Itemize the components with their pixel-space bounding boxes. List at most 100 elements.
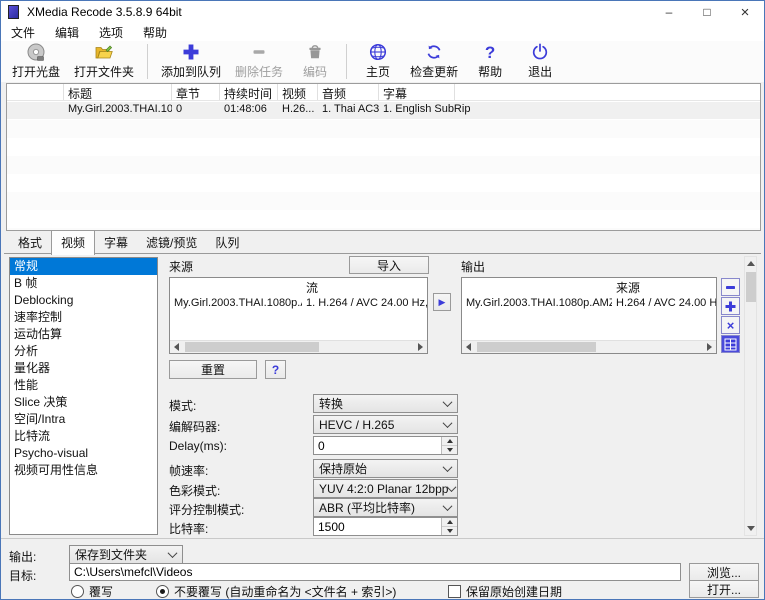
scroll-track[interactable] xyxy=(183,341,414,353)
browse-button[interactable]: 浏览... xyxy=(689,563,759,581)
sidebar-item-performance[interactable]: 性能 xyxy=(10,377,157,394)
sidebar-item-motion-estimation[interactable]: 运动估算 xyxy=(10,326,157,343)
sidebar-item-bframes[interactable]: B 帧 xyxy=(10,275,157,292)
sidebar-item-bitstream[interactable]: 比特流 xyxy=(10,428,157,445)
source-file-column xyxy=(170,278,302,295)
column-header-audio[interactable]: 音频 xyxy=(318,84,379,100)
menu-item-file[interactable]: 文件 xyxy=(1,23,45,41)
toolbar-label: 添加到队列 xyxy=(161,63,221,80)
tab-subtitle[interactable]: 字幕 xyxy=(95,232,137,254)
column-header-icon[interactable] xyxy=(7,84,64,100)
bitrate-value[interactable] xyxy=(314,518,441,535)
scroll-up-icon[interactable] xyxy=(745,257,757,270)
column-header-subtitle[interactable]: 字幕 xyxy=(379,84,455,100)
column-header-chapter[interactable]: 章节 xyxy=(172,84,220,100)
scroll-track[interactable] xyxy=(475,341,703,353)
chevron-down-icon xyxy=(168,548,178,558)
source-row[interactable]: My.Girl.2003.THAI.1080p.AMZN.... 1. H.26… xyxy=(170,295,427,312)
scroll-left-icon[interactable] xyxy=(462,341,475,353)
sidebar-item-spatial-intra[interactable]: 空间/Intra xyxy=(10,411,157,428)
output-row[interactable]: My.Girl.2003.THAI.1080p.AMZN.WE... H.264… xyxy=(462,295,716,312)
target-input[interactable] xyxy=(69,563,681,581)
keep-date-checkbox[interactable] xyxy=(448,585,461,598)
tab-format[interactable]: 格式 xyxy=(9,232,51,254)
minimize-icon: – xyxy=(666,5,673,19)
check-update-button[interactable]: 检查更新 xyxy=(403,41,465,82)
spin-up-icon[interactable] xyxy=(442,518,457,526)
sidebar-item-vui[interactable]: 视频可用性信息 xyxy=(10,462,157,479)
scroll-right-icon[interactable] xyxy=(703,341,716,353)
refresh-icon xyxy=(424,42,444,62)
maximize-button[interactable]: □ xyxy=(688,1,726,23)
column-header-title[interactable]: 标题 xyxy=(64,84,172,100)
open-button[interactable]: 打开... xyxy=(689,580,759,598)
no-overwrite-radio[interactable] xyxy=(156,585,169,598)
tab-video[interactable]: 视频 xyxy=(51,230,95,255)
menu-item-help[interactable]: 帮助 xyxy=(133,23,177,41)
overwrite-option[interactable]: 覆写 xyxy=(71,583,113,600)
output-source-column[interactable]: 来源 xyxy=(612,278,716,295)
framerate-select[interactable]: 保持原始 xyxy=(313,459,458,478)
keep-date-label: 保留原始创建日期 xyxy=(466,583,562,600)
bottom-bar: 输出: 保存到文件夹 目标: 浏览... 覆写 不要覆写 (自动重命名为 <文件… xyxy=(1,539,764,599)
menu-item-options[interactable]: 选项 xyxy=(89,23,133,41)
stream-grid-button[interactable] xyxy=(721,335,740,353)
codec-select[interactable]: HEVC / H.265 xyxy=(313,415,458,434)
tab-queue[interactable]: 队列 xyxy=(206,232,248,254)
scroll-thumb[interactable] xyxy=(185,342,319,352)
spin-down-icon[interactable] xyxy=(442,526,457,535)
sidebar-item-rate-control[interactable]: 速率控制 xyxy=(10,309,157,326)
column-header-duration[interactable]: 持续时间 xyxy=(220,84,278,100)
sidebar-item-slice-decision[interactable]: Slice 决策 xyxy=(10,394,157,411)
spin-down-icon[interactable] xyxy=(442,445,457,454)
scroll-right-icon[interactable] xyxy=(414,341,427,353)
minimize-button[interactable]: – xyxy=(650,1,688,23)
chevron-down-icon xyxy=(447,482,457,492)
open-disc-button[interactable]: 打开光盘 xyxy=(5,41,67,82)
table-row[interactable]: My.Girl.2003.THAI.108... 0 01:48:06 H.26… xyxy=(7,102,760,119)
row-audio: 1. Thai AC3... xyxy=(318,102,379,119)
scroll-thumb[interactable] xyxy=(746,272,756,302)
mode-select[interactable]: 转换 xyxy=(313,394,458,413)
transfer-stream-button[interactable]: ▶ xyxy=(433,293,451,311)
open-folder-icon xyxy=(94,42,114,62)
reset-button[interactable]: 重置 xyxy=(169,360,257,379)
keep-date-option[interactable]: 保留原始创建日期 xyxy=(448,583,562,600)
open-folder-button[interactable]: 打开文件夹 xyxy=(67,41,141,82)
scroll-thumb[interactable] xyxy=(477,342,596,352)
source-stream-column[interactable]: 流 xyxy=(302,278,427,295)
chevron-down-icon xyxy=(443,462,453,472)
source-h-scrollbar[interactable] xyxy=(170,340,427,353)
colormode-select[interactable]: YUV 4:2:0 Planar 12bpp xyxy=(313,479,458,498)
row-chapter: 0 xyxy=(172,102,220,119)
no-overwrite-option[interactable]: 不要覆写 (自动重命名为 <文件名 + 索引>) xyxy=(156,583,396,600)
close-button[interactable]: × xyxy=(726,1,764,23)
delay-value[interactable] xyxy=(314,437,441,454)
home-button[interactable]: 主页 xyxy=(353,41,403,82)
spin-up-icon[interactable] xyxy=(442,437,457,445)
output-h-scrollbar[interactable] xyxy=(462,340,716,353)
panel-v-scrollbar[interactable] xyxy=(744,256,757,536)
import-button[interactable]: 导入 xyxy=(349,256,429,274)
remove-output-button[interactable] xyxy=(721,278,740,296)
sidebar-item-deblocking[interactable]: Deblocking xyxy=(10,292,157,309)
scroll-down-icon[interactable] xyxy=(745,522,757,535)
sidebar-item-general[interactable]: 常规 xyxy=(10,258,157,275)
sidebar-item-quantizer[interactable]: 量化器 xyxy=(10,360,157,377)
ratecontrol-select[interactable]: ABR (平均比特率) xyxy=(313,498,458,517)
clear-output-button[interactable]: × xyxy=(721,316,740,334)
panel-help-button[interactable]: ? xyxy=(265,360,286,379)
overwrite-radio[interactable] xyxy=(71,585,84,598)
help-button[interactable]: ? 帮助 xyxy=(465,41,515,82)
toolbar-label: 帮助 xyxy=(478,63,502,80)
sidebar-item-psycho-visual[interactable]: Psycho-visual xyxy=(10,445,157,462)
scroll-left-icon[interactable] xyxy=(170,341,183,353)
tab-filter-preview[interactable]: 滤镜/预览 xyxy=(137,232,206,254)
sidebar-item-analysis[interactable]: 分析 xyxy=(10,343,157,360)
output-mode-select[interactable]: 保存到文件夹 xyxy=(69,545,183,564)
add-output-button[interactable] xyxy=(721,297,740,315)
exit-button[interactable]: 退出 xyxy=(515,41,565,82)
add-to-queue-button[interactable]: 添加到队列 xyxy=(154,41,228,82)
column-header-video[interactable]: 视频 xyxy=(278,84,318,100)
menu-item-edit[interactable]: 编辑 xyxy=(45,23,89,41)
